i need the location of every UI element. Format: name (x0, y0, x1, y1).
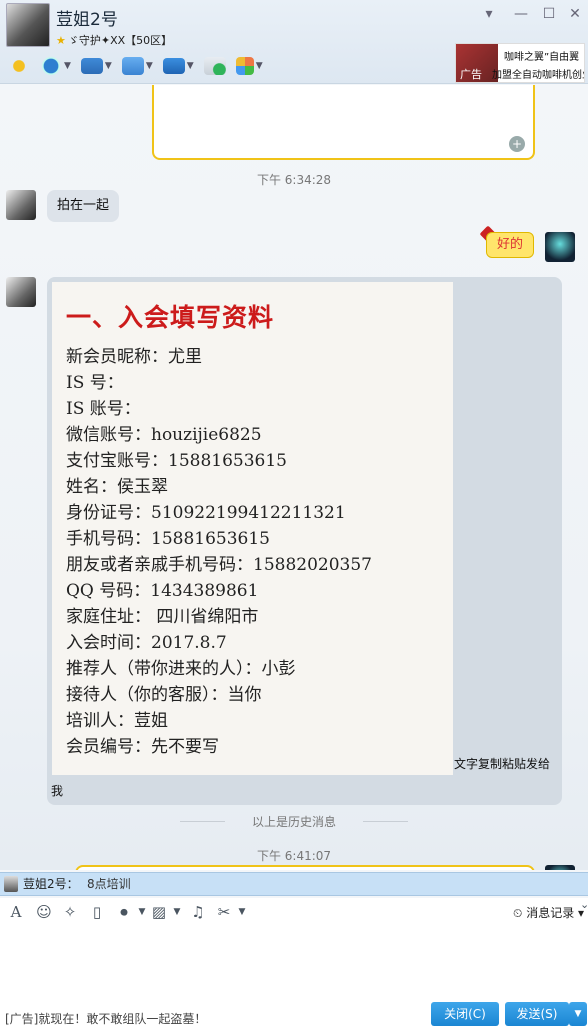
apps-button[interactable]: ▼ (234, 53, 265, 79)
star-icon: ★ (56, 34, 66, 47)
form-line: 家庭住址： 四川省绵阳市 (66, 607, 259, 627)
dropdown-icon[interactable]: ▾ (478, 6, 500, 22)
signature-text: ゞ守护✦XX【50区】 (67, 34, 173, 47)
chevron-down-icon[interactable]: ▼ (232, 907, 252, 917)
ad-line-1: 咖啡之翼”自由翼 (504, 52, 580, 63)
close-window-button[interactable]: ✕ (564, 6, 586, 22)
image-icon[interactable]: ▨ (149, 903, 169, 921)
contact-signature: ★ ゞ守护✦XX【50区】 (56, 32, 172, 48)
message-bubble: 一、入会填写资料 新会员昵称：尤里 IS 号： IS 账号： 微信账号：houz… (47, 277, 562, 805)
remote-desktop-icon (162, 58, 185, 74)
emoji-icon[interactable]: ☺ (34, 903, 54, 921)
ad-line-2: 加盟全自动咖啡机创业版 (492, 70, 584, 81)
sender-avatar[interactable] (6, 190, 36, 220)
close-button[interactable]: 关闭(C) (431, 1002, 499, 1026)
form-line: 接待人（你的客服）：当你 (66, 685, 262, 705)
timestamp: 下午 6:41:07 (256, 849, 332, 863)
music-icon[interactable]: ♫ (188, 903, 208, 921)
ad-label: 广告 (460, 68, 482, 81)
my-avatar[interactable] (545, 232, 575, 262)
notification-message: 8点培训 (87, 877, 131, 891)
message-bubble: 拍在一起 (47, 190, 120, 222)
chevron-down-icon: ▾ (574, 906, 585, 920)
message-text: 我 (51, 784, 64, 798)
voice-message-icon[interactable]: ⏺ (114, 903, 134, 921)
screenshot-icon[interactable]: ✂ (214, 903, 234, 921)
sender-avatar[interactable] (6, 277, 36, 307)
new-message-notification[interactable]: 荳姐2号： 8点培训 (0, 872, 588, 896)
footer: [广告]就现在！敢不敢组队一起盗墓！ 关闭(C) 发送(S) ▼ (0, 996, 588, 1030)
top-ad-banner[interactable]: 广告 咖啡之翼”自由翼 加盟全自动咖啡机创业版 (455, 43, 585, 83)
form-line: IS 账号： (66, 399, 141, 419)
input-toolbar: A ☺ ✧ ▯ ⏺ ▼ ▨ ▼ ♫ ✂ ▼ ⌄ (0, 898, 588, 926)
zoom-in-icon[interactable]: + (509, 136, 525, 152)
screen-share-icon (80, 58, 103, 74)
contact-avatar[interactable] (6, 3, 50, 47)
form-line: 新会员昵称：尤里 (66, 347, 202, 367)
contact-name[interactable]: 荳姐2号 (56, 5, 118, 30)
my-message-bubble: 好的 (486, 232, 534, 258)
history-divider: 以上是历史消息 (180, 813, 408, 830)
form-line: 姓名：侯玉翠 (66, 477, 168, 497)
form-line: 身份证号：510922199412211321 (66, 503, 346, 523)
chat-history[interactable]: + 下午 6:34:28 拍在一起 好的 一、入会填写资料 新会员昵称：尤里 I… (0, 85, 588, 870)
window-header: 荳姐2号 ★ ゞ守护✦XX【50区】 ▾ — ☐ ✕ ▼ ▼ ▼ ▼ ▼ 广告 咖… (0, 0, 588, 84)
message-text: 文字复制粘贴发给 (454, 757, 551, 771)
form-line: QQ 号码：1434389861 (66, 581, 259, 601)
form-line: 入会时间：2017.8.7 (66, 633, 227, 653)
form-title: 一、入会填写资料 (66, 303, 275, 332)
magic-icon[interactable]: ✧ (60, 903, 80, 921)
create-discussion-button[interactable] (202, 53, 228, 79)
send-options-icon[interactable]: ▼ (569, 1002, 587, 1026)
message-input[interactable] (0, 926, 588, 996)
send-button[interactable]: 发送(S) (505, 1002, 569, 1026)
font-icon[interactable]: A (6, 903, 26, 921)
form-image[interactable]: 一、入会填写资料 新会员昵称：尤里 IS 号： IS 账号： 微信账号：houz… (52, 282, 453, 775)
message-history-button[interactable]: ⏲ 消息记录 ▾ (513, 904, 584, 921)
message-card (75, 865, 535, 870)
voice-call-button[interactable] (6, 53, 32, 79)
video-icon (40, 55, 62, 77)
form-line: 手机号码：15881653615 (66, 529, 270, 549)
maximize-button[interactable]: ☐ (538, 6, 560, 22)
remote-desktop-button[interactable]: ▼ (161, 53, 196, 79)
timestamp: 下午 6:34:28 (256, 173, 332, 187)
form-line: IS 号： (66, 373, 124, 393)
notification-sender: 荳姐2号： (23, 877, 79, 891)
my-avatar[interactable] (545, 865, 575, 870)
clock-icon: ⏲ (513, 906, 527, 920)
notification-avatar (4, 876, 18, 892)
message-history-label: 消息记录 (526, 906, 575, 920)
file-transfer-button[interactable]: ▼ (120, 53, 155, 79)
shake-icon[interactable]: ▯ (87, 903, 107, 921)
form-line: 推荐人（带你进来的人）：小彭 (66, 659, 296, 679)
create-group-icon (203, 57, 226, 75)
message-card: + (152, 85, 535, 160)
form-line: 微信账号：houzijie6825 (66, 425, 262, 445)
form-line: 支付宝账号：15881653615 (66, 451, 287, 471)
form-line: 会员编号：先不要写 (66, 737, 219, 757)
video-call-button[interactable]: ▼ (38, 53, 73, 79)
footer-ad-link[interactable]: [广告]就现在！敢不敢组队一起盗墓！ (5, 1010, 206, 1027)
microphone-icon (8, 55, 30, 77)
minimize-button[interactable]: — (510, 6, 532, 22)
chevron-down-icon[interactable]: ▼ (167, 907, 187, 917)
file-transfer-icon (121, 57, 144, 75)
form-line: 培训人：荳姐 (66, 711, 168, 731)
chat-toolbar: ▼ ▼ ▼ ▼ ▼ (6, 52, 265, 80)
screen-share-button[interactable]: ▼ (79, 53, 114, 79)
form-line: 朋友或者亲戚手机号码：15882020357 (66, 555, 372, 575)
apps-icon (235, 57, 254, 75)
